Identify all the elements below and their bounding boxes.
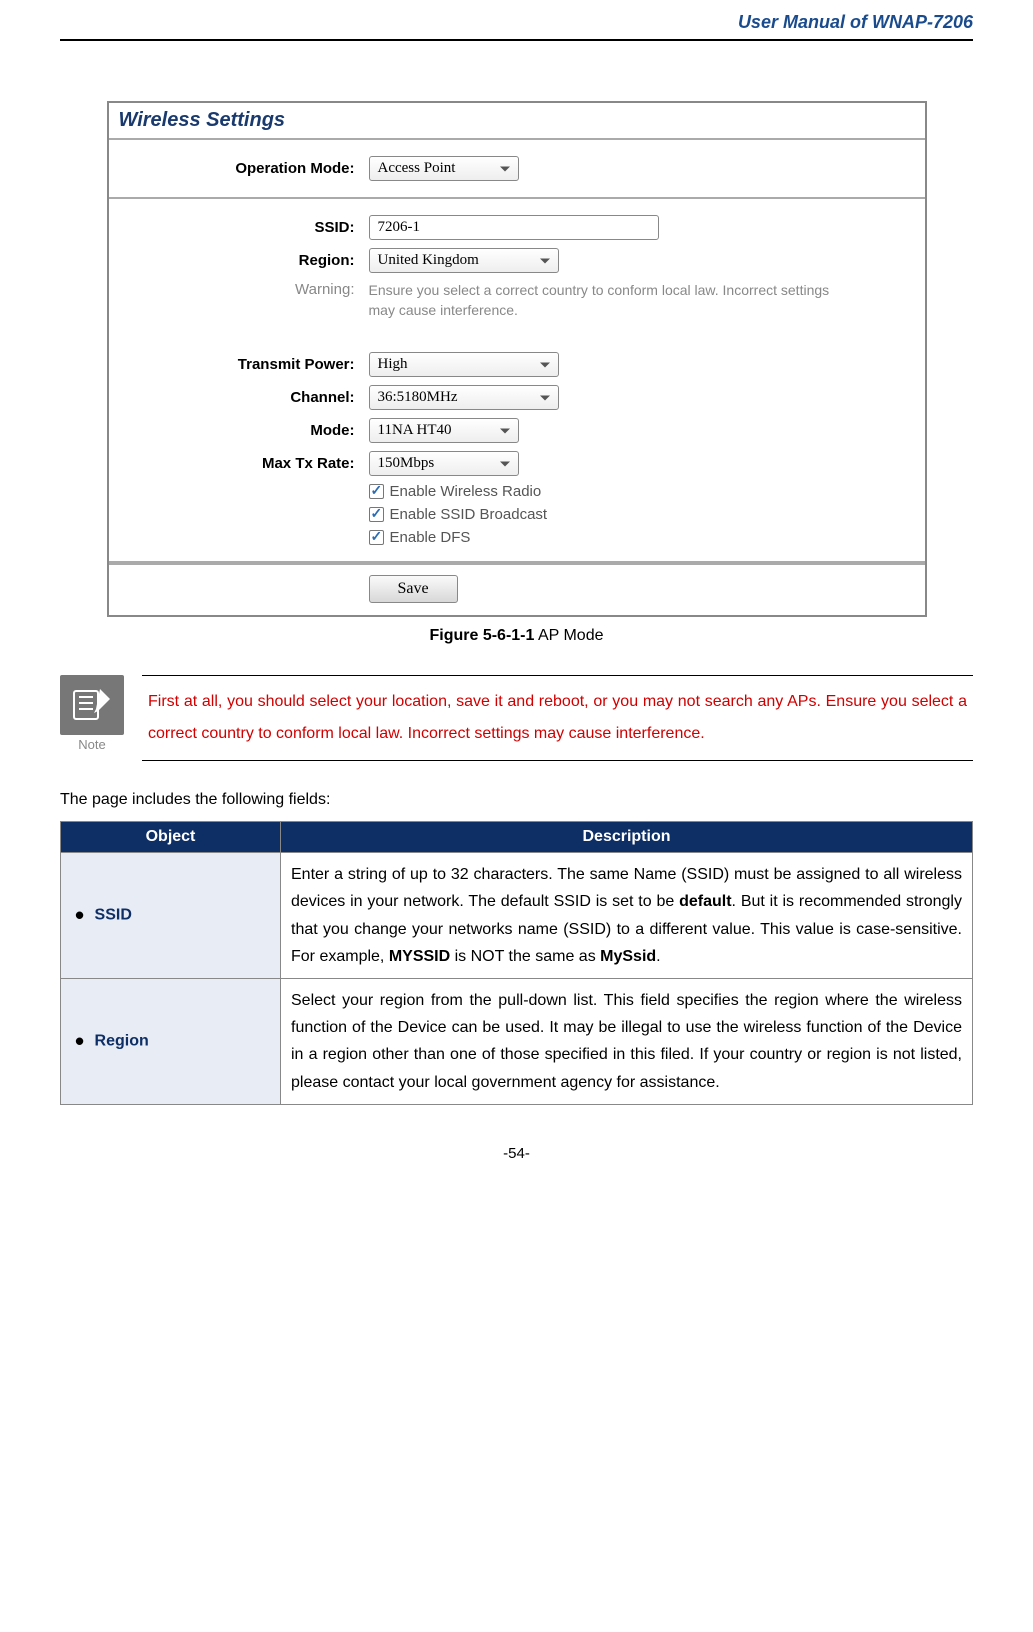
manual-title: User Manual of WNAP-7206: [738, 12, 973, 32]
description-cell: Enter a string of up to 32 characters. T…: [281, 853, 973, 979]
note-block: Note First at all, you should select you…: [60, 675, 973, 761]
region-select[interactable]: United Kingdom: [369, 248, 559, 273]
max-tx-rate-label: Max Tx Rate:: [109, 455, 369, 472]
note-icon-label: Note: [60, 735, 124, 752]
description-cell: Select your region from the pull-down li…: [281, 978, 973, 1104]
fields-intro: The page includes the following fields:: [60, 791, 973, 809]
channel-label: Channel:: [109, 389, 369, 406]
transmit-power-select[interactable]: High: [369, 352, 559, 377]
enable-dfs-checkbox[interactable]: [369, 530, 384, 545]
enable-ssid-broadcast-checkbox[interactable]: [369, 507, 384, 522]
th-description: Description: [281, 822, 973, 853]
mode-select[interactable]: 11NA HT40: [369, 418, 519, 443]
transmit-power-label: Transmit Power:: [109, 356, 369, 373]
region-label: Region:: [109, 252, 369, 269]
object-cell: • SSID: [61, 853, 281, 979]
wireless-settings-panel: Wireless Settings Operation Mode: Access…: [107, 101, 927, 617]
save-button[interactable]: Save: [369, 575, 458, 603]
enable-wireless-radio-label: Enable Wireless Radio: [390, 483, 542, 500]
max-tx-rate-select[interactable]: 150Mbps: [369, 451, 519, 476]
operation-mode-select[interactable]: Access Point: [369, 156, 519, 181]
warning-label: Warning:: [109, 281, 369, 298]
mode-label: Mode:: [109, 422, 369, 439]
fields-table: Object Description • SSIDEnter a string …: [60, 821, 973, 1105]
channel-select[interactable]: 36:5180MHz: [369, 385, 559, 410]
enable-ssid-broadcast-label: Enable SSID Broadcast: [390, 506, 548, 523]
figure-number: Figure 5-6-1-1: [429, 627, 534, 644]
warning-text: Ensure you select a correct country to c…: [369, 281, 849, 320]
page-header: User Manual of WNAP-7206: [60, 0, 973, 41]
ssid-label: SSID:: [109, 219, 369, 236]
figure-text: AP Mode: [534, 627, 603, 644]
note-icon: [60, 675, 124, 735]
th-object: Object: [61, 822, 281, 853]
table-row: • RegionSelect your region from the pull…: [61, 978, 973, 1104]
object-cell: • Region: [61, 978, 281, 1104]
ssid-input[interactable]: 7206-1: [369, 215, 659, 240]
page-number: -54-: [60, 1145, 973, 1182]
operation-mode-label: Operation Mode:: [109, 160, 369, 177]
enable-wireless-radio-checkbox[interactable]: [369, 484, 384, 499]
panel-title: Wireless Settings: [109, 103, 925, 140]
note-text: First at all, you should select your loc…: [142, 675, 973, 761]
table-row: • SSIDEnter a string of up to 32 charact…: [61, 853, 973, 979]
enable-dfs-label: Enable DFS: [390, 529, 471, 546]
figure-caption: Figure 5-6-1-1 AP Mode: [60, 627, 973, 645]
